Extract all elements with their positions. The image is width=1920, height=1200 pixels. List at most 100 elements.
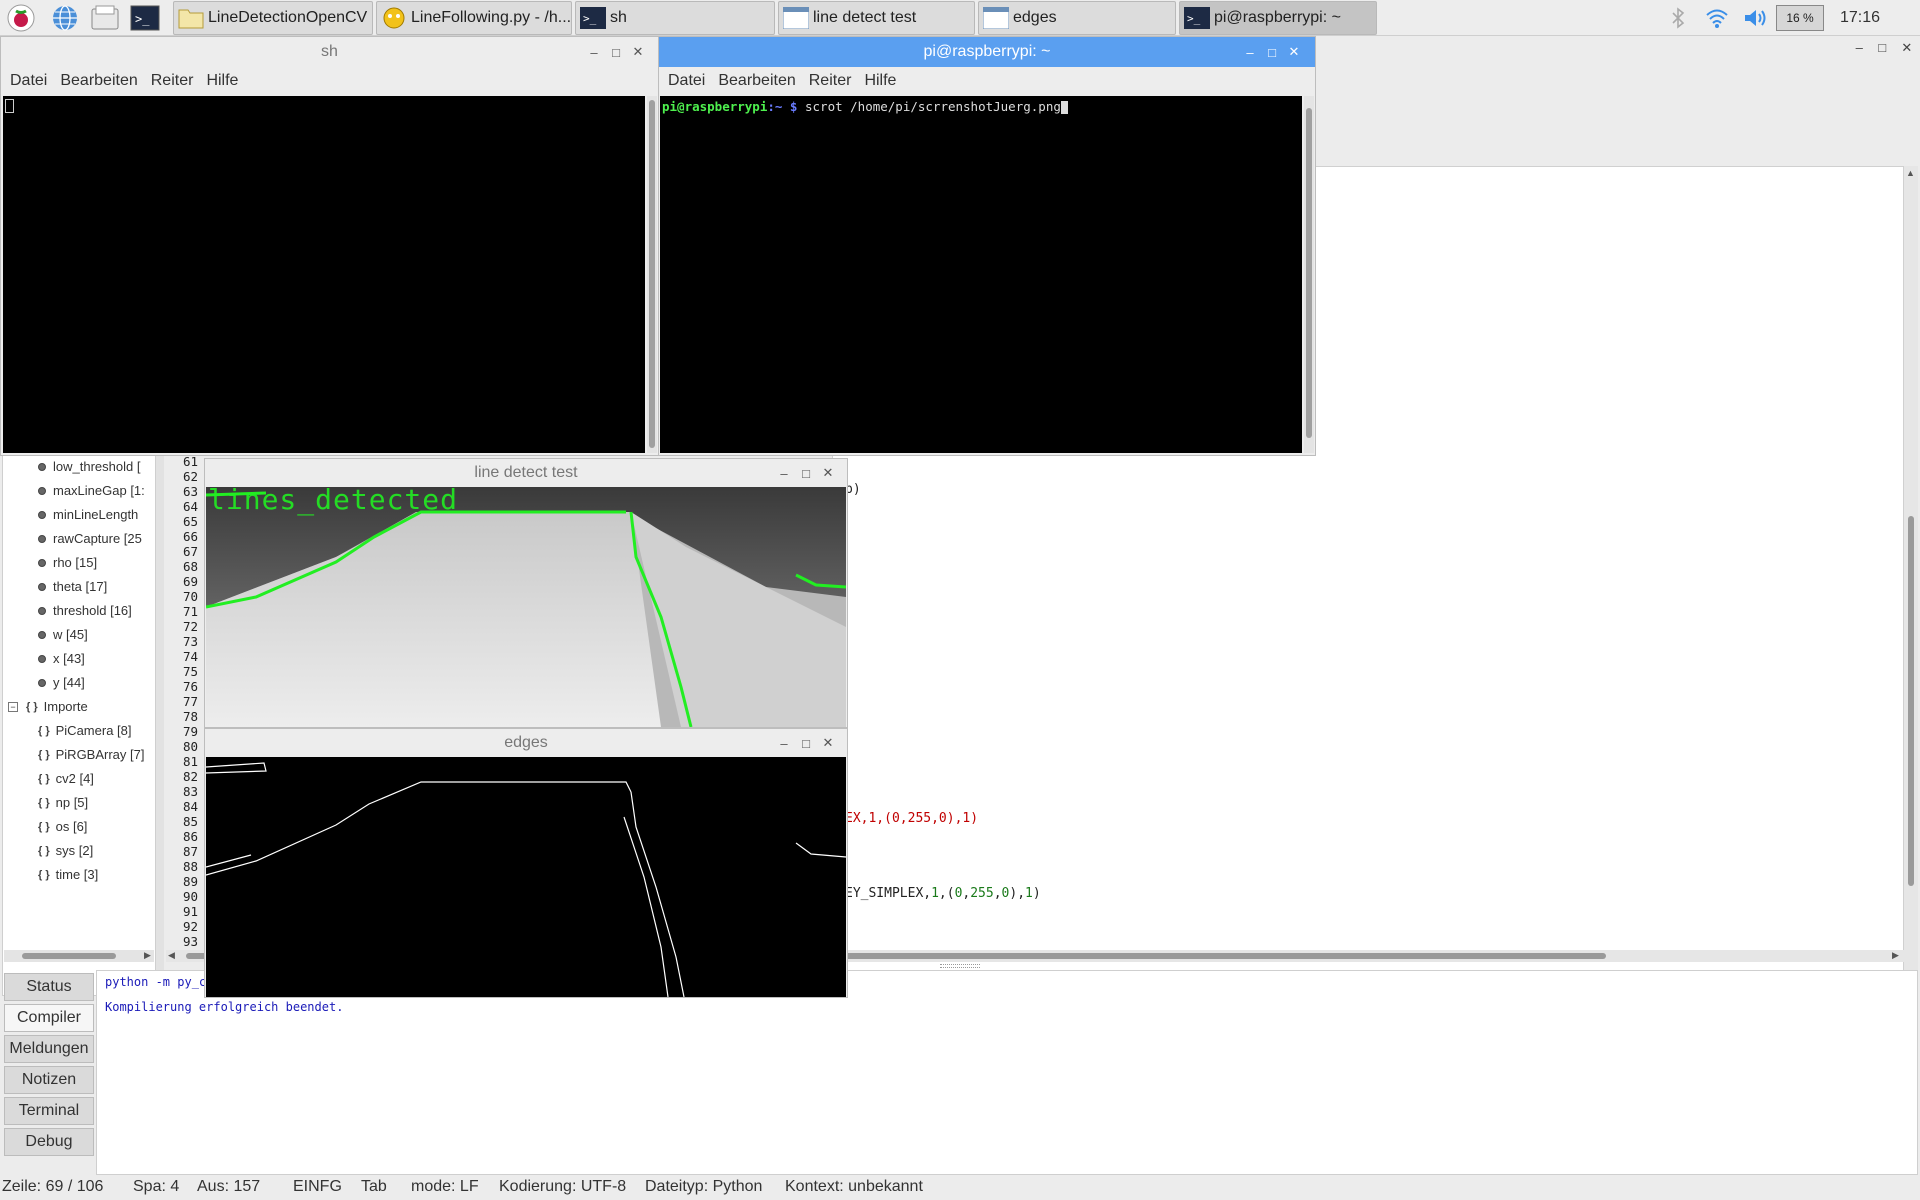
window-titlebar[interactable]: sh xyxy=(1,37,658,67)
web-browser-icon[interactable] xyxy=(50,3,80,33)
line-detect-window: line detect test – □ ✕ lines_detected xyxy=(204,458,848,728)
clock[interactable]: 17:16 xyxy=(1830,0,1890,36)
symbol-var-item[interactable]: maxLineGap [1: xyxy=(38,483,145,498)
maximize-icon[interactable]: □ xyxy=(795,466,817,481)
raspberry-menu-icon[interactable] xyxy=(6,3,36,33)
minimize-icon[interactable]: – xyxy=(1856,40,1863,62)
symbol-var-item[interactable]: x [43] xyxy=(38,651,85,666)
symbol-label: y [44] xyxy=(53,675,85,690)
scrollbar-thumb[interactable] xyxy=(1306,108,1312,438)
scroll-left-icon[interactable]: ◀ xyxy=(168,950,175,961)
menu-hilfe[interactable]: Hilfe xyxy=(206,72,238,90)
terminal-scrollbar[interactable] xyxy=(1304,96,1314,453)
menu-datei[interactable]: Datei xyxy=(10,72,47,90)
camera-frame xyxy=(206,487,846,727)
collapse-icon[interactable]: − xyxy=(8,701,18,712)
minimize-icon[interactable]: – xyxy=(773,466,795,481)
maximize-icon[interactable]: □ xyxy=(605,45,627,60)
task-linedetectionopencv[interactable]: LineDetectionOpenCV xyxy=(173,1,373,35)
volume-icon[interactable] xyxy=(1741,0,1769,36)
maximize-icon[interactable]: □ xyxy=(795,736,817,751)
tab-compiler[interactable]: Compiler xyxy=(4,1004,94,1032)
line-number: 61 xyxy=(182,454,198,469)
symbol-var-item[interactable]: rawCapture [25 xyxy=(38,531,142,546)
bluetooth-icon[interactable] xyxy=(1666,0,1690,36)
symbol-import-item[interactable]: { } np [5] xyxy=(38,795,88,810)
symbol-import-item[interactable]: { } PiRGBArray [7] xyxy=(38,747,144,762)
scroll-right-icon[interactable]: ▶ xyxy=(144,950,151,961)
editor-vscrollbar[interactable]: ▲ ▼ xyxy=(1904,166,1918,988)
line-number: 67 xyxy=(182,544,198,559)
symbol-label: PiRGBArray [7] xyxy=(55,747,145,762)
task-linefollowing-py[interactable]: LineFollowing.py - /h... xyxy=(376,1,572,35)
window-controls: – □ ✕ xyxy=(773,459,839,487)
symbol-label: sys [2] xyxy=(55,843,94,858)
tab-notizen[interactable]: Notizen xyxy=(4,1066,94,1094)
symbol-var-item[interactable]: low_threshold [ xyxy=(38,459,140,474)
variable-icon xyxy=(38,630,46,639)
symbol-import-item[interactable]: { } sys [2] xyxy=(38,843,93,858)
symbol-label: minLineLength xyxy=(53,507,139,522)
task-edges[interactable]: edges xyxy=(978,1,1176,35)
status-line: Zeile: 69 / 106 xyxy=(2,1178,104,1195)
maximize-icon[interactable]: □ xyxy=(1261,45,1283,60)
sh-terminal-window: sh – □ ✕ Datei Bearbeiten Reiter Hilfe xyxy=(0,36,659,456)
close-icon[interactable]: ✕ xyxy=(627,44,649,60)
menu-reiter[interactable]: Reiter xyxy=(809,72,852,90)
symbol-hscrollbar[interactable]: ▶ xyxy=(4,950,154,962)
terminal-icon[interactable]: >_ xyxy=(130,3,160,33)
symbol-import-item[interactable]: { } os [6] xyxy=(38,819,87,834)
task-sh[interactable]: >_ sh xyxy=(575,1,775,35)
symbol-label: theta [17] xyxy=(53,579,108,594)
symbol-var-item[interactable]: y [44] xyxy=(38,675,85,690)
menu-reiter[interactable]: Reiter xyxy=(151,72,194,90)
pane-splitter[interactable] xyxy=(940,964,980,968)
scrollbar-thumb[interactable] xyxy=(1908,516,1914,886)
maximize-icon[interactable]: □ xyxy=(1878,40,1886,62)
window-titlebar[interactable]: edges xyxy=(205,729,847,757)
symbol-import-item[interactable]: { } cv2 [4] xyxy=(38,771,94,786)
window-titlebar[interactable]: line detect test xyxy=(205,459,847,487)
menu-bearbeiten[interactable]: Bearbeiten xyxy=(718,72,795,90)
prompt-path: :~ $ xyxy=(767,99,798,114)
task-pi-terminal[interactable]: >_ pi@raspberrypi: ~ xyxy=(1179,1,1377,35)
close-icon[interactable]: ✕ xyxy=(1901,40,1912,62)
line-number: 93 xyxy=(182,934,198,949)
tab-meldungen[interactable]: Meldungen xyxy=(4,1035,94,1063)
close-icon[interactable]: ✕ xyxy=(1283,44,1305,60)
symbol-var-item[interactable]: w [45] xyxy=(38,627,88,642)
window-titlebar[interactable]: pi@raspberrypi: ~ xyxy=(659,37,1315,67)
scrollbar-thumb[interactable] xyxy=(649,100,655,448)
minimize-icon[interactable]: – xyxy=(773,736,795,751)
window-icon xyxy=(783,7,809,29)
symbol-var-item[interactable]: minLineLength xyxy=(38,507,138,522)
symbol-var-item[interactable]: threshold [16] xyxy=(38,603,132,618)
tab-terminal[interactable]: Terminal xyxy=(4,1097,94,1125)
symbol-var-item[interactable]: theta [17] xyxy=(38,579,107,594)
tab-status[interactable]: Status xyxy=(4,973,94,1001)
minimize-icon[interactable]: – xyxy=(1239,45,1261,60)
scrollbar-thumb[interactable] xyxy=(22,953,116,959)
terminal-area[interactable] xyxy=(3,96,645,453)
terminal-area[interactable]: pi@raspberrypi:~ $ scrot /home/pi/scrren… xyxy=(660,96,1302,453)
close-icon[interactable]: ✕ xyxy=(817,465,839,481)
wifi-icon[interactable] xyxy=(1703,0,1731,36)
menu-bearbeiten[interactable]: Bearbeiten xyxy=(60,72,137,90)
tab-debug[interactable]: Debug xyxy=(4,1128,94,1156)
menu-datei[interactable]: Datei xyxy=(668,72,705,90)
minimize-icon[interactable]: – xyxy=(583,45,605,60)
symbol-import-item[interactable]: { } time [3] xyxy=(38,867,98,882)
task-line-detect-test[interactable]: line detect test xyxy=(778,1,975,35)
symbol-var-item[interactable]: rho [15] xyxy=(38,555,97,570)
symbol-import-item[interactable]: { } PiCamera [8] xyxy=(38,723,132,738)
scroll-up-icon[interactable]: ▲ xyxy=(1906,168,1915,178)
terminal-scrollbar[interactable] xyxy=(647,96,657,453)
camera-image: lines_detected xyxy=(206,487,846,727)
file-manager-icon[interactable] xyxy=(90,3,120,33)
menubar: Datei Bearbeiten Reiter Hilfe xyxy=(659,67,1315,95)
close-icon[interactable]: ✕ xyxy=(817,735,839,751)
imports-group[interactable]: − { } Importe xyxy=(8,699,88,714)
menu-hilfe[interactable]: Hilfe xyxy=(864,72,896,90)
code-number: 1 xyxy=(1025,886,1033,901)
scroll-right-icon[interactable]: ▶ xyxy=(1892,950,1899,961)
